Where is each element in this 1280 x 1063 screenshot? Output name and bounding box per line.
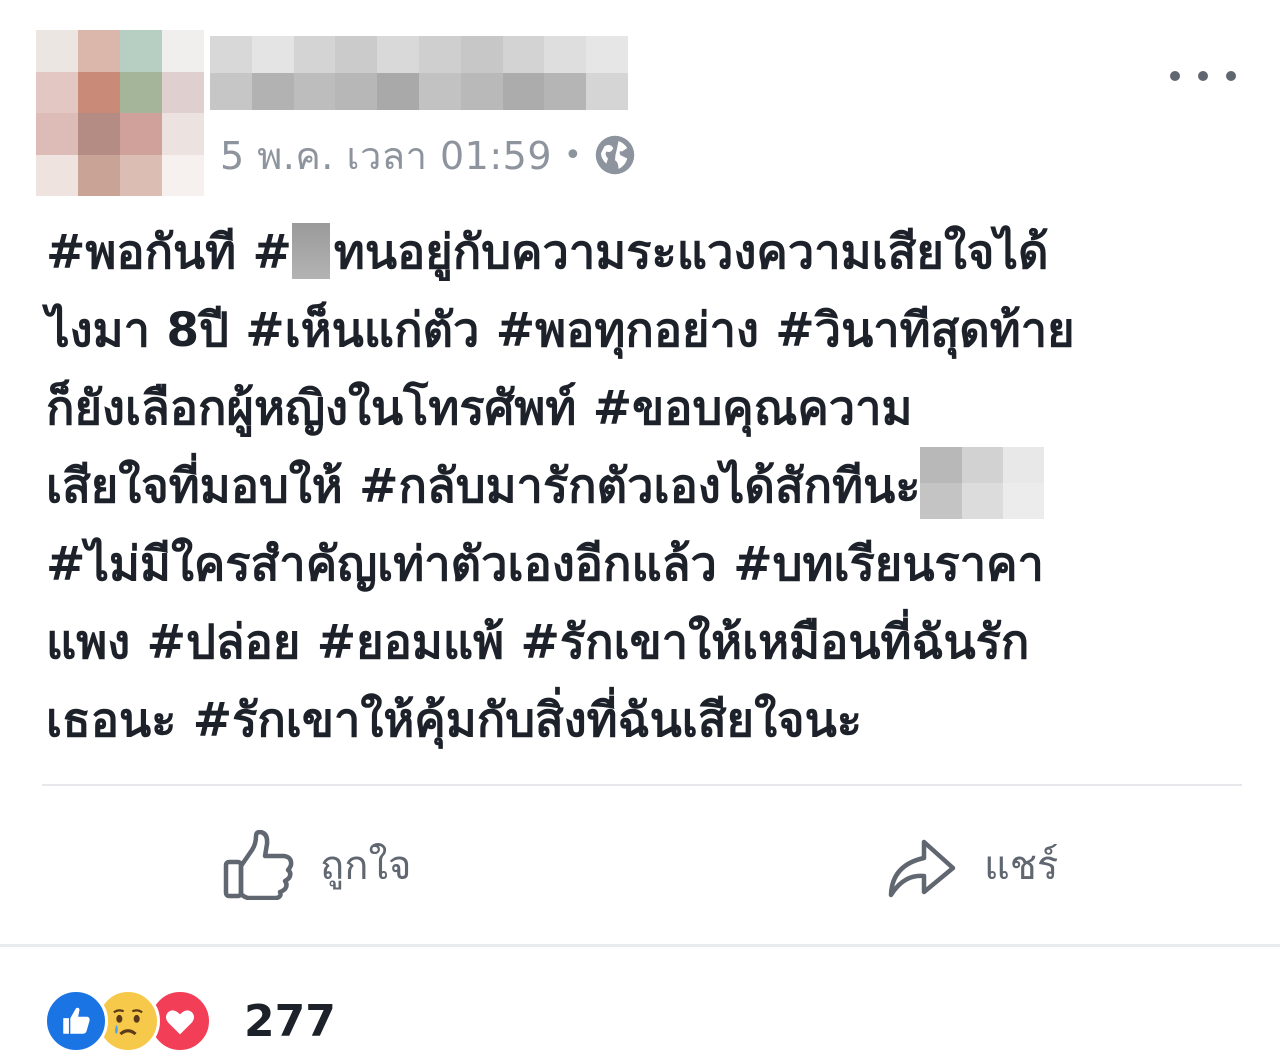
reaction-count[interactable]: 277 (244, 996, 336, 1047)
globe-icon[interactable] (594, 134, 636, 176)
post-line: เธอนะ #รักเขาให้คุ้มกับสิ่งที่ฉันเสียใจน… (46, 682, 1261, 760)
post-line-text: #พอกันที # (46, 225, 292, 280)
like-reaction-icon (44, 989, 108, 1053)
post-line: แพง #ปล่อย #ยอมแพ้ #รักเขาให้เหมือนที่ฉั… (46, 604, 1261, 682)
post-line-text: เธอนะ #รักเขาให้คุ้มกับสิ่งที่ฉันเสียใจน… (46, 693, 862, 748)
post-line-text: ไงมา 8ปี #เห็นแก่ตัว #พอทุกอย่าง #วินาที… (46, 303, 1075, 358)
like-label: ถูกใจ (320, 843, 412, 889)
reactions-summary[interactable]: 277 (44, 989, 336, 1053)
author-name-blurred[interactable] (210, 36, 628, 110)
like-button[interactable]: ถูกใจ (222, 830, 411, 900)
post-line-text: #ไม่มีใครสำคัญเท่าตัวเองอีกแล้ว #บทเรียน… (46, 537, 1044, 592)
section-divider (0, 944, 1280, 947)
post-line: #พอกันที # ทนอยู่กับความระแวงความเสียใจได… (46, 214, 1261, 292)
thumbs-up-icon (223, 830, 294, 900)
post-card: 5 พ.ค. เวลา 01:59 • #พอกันที # ทนอยู่กับค… (0, 0, 1280, 1063)
censored-name-block (920, 446, 1045, 519)
meta-separator: • (564, 137, 583, 173)
post-line: ไงมา 8ปี #เห็นแก่ตัว #พอทุกอย่าง #วินาที… (46, 292, 1261, 370)
share-label: แชร์ (984, 843, 1059, 889)
post-line-text: แพง #ปล่อย #ยอมแพ้ #รักเขาให้เหมือนที่ฉั… (46, 615, 1030, 670)
post-line-text: ก็ยังเลือกผู้หญิงในโทรศัพท์ #ขอบคุณความ (46, 381, 913, 436)
post-timestamp[interactable]: 5 พ.ค. เวลา 01:59 (220, 125, 552, 186)
post-line-text: ทนอยู่กับความระแวงความเสียใจได้ (333, 225, 1049, 280)
post-meta: 5 พ.ค. เวลา 01:59 • (220, 130, 636, 180)
more-options-icon[interactable] (1170, 58, 1236, 94)
post-line: เสียใจที่มอบให้ #กลับมารักตัวเองได้สักที… (46, 446, 1261, 526)
post-line: #ไม่มีใครสำคัญเท่าตัวเองอีกแล้ว #บทเรียน… (46, 526, 1261, 604)
share-button[interactable]: แชร์ (886, 830, 1058, 900)
censored-word-block (291, 222, 330, 279)
share-arrow-icon (888, 839, 956, 898)
post-line-text: เสียใจที่มอบให้ #กลับมารักตัวเองได้สักที… (46, 459, 921, 514)
post-line: ก็ยังเลือกผู้หญิงในโทรศัพท์ #ขอบคุณความ (46, 370, 1261, 448)
post-text: #พอกันที # ทนอยู่กับความระแวงความเสียใจได… (46, 214, 1261, 760)
divider (42, 784, 1242, 786)
avatar[interactable] (36, 30, 204, 196)
